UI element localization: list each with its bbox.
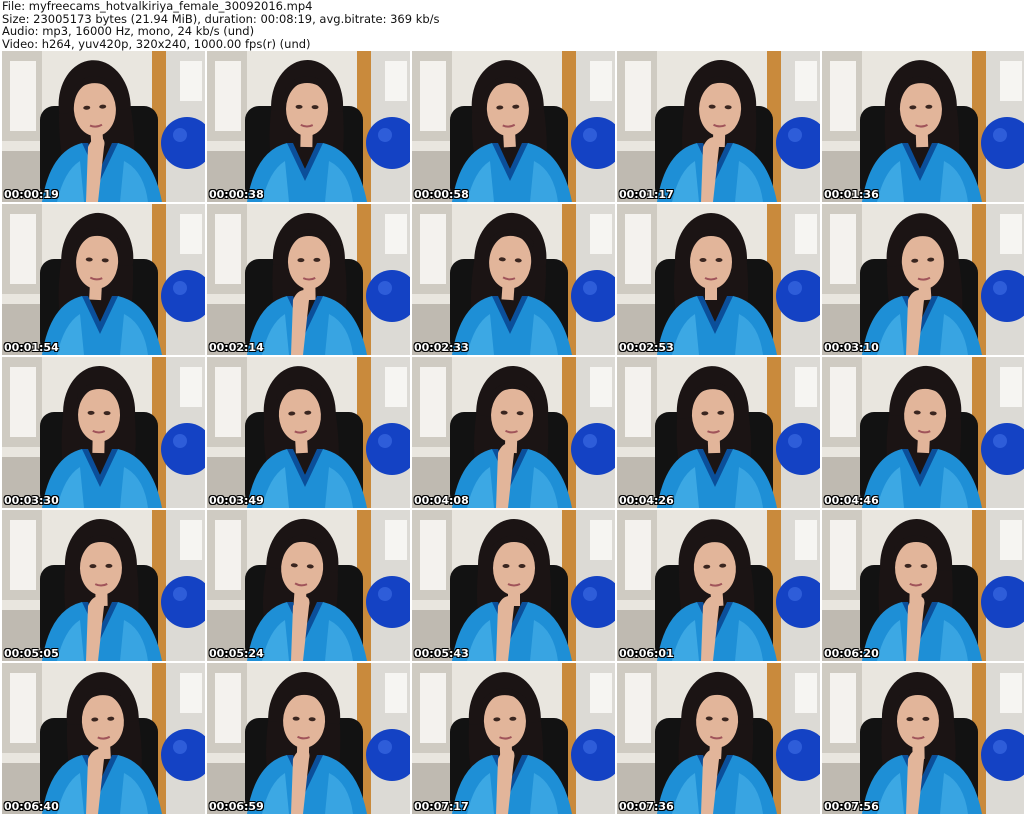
thumbnail-grid: 00:00:19 00:00:38 00:00:58 00:01:17 00:01:36…: [2, 51, 1024, 814]
video-frame-thumbnail: 00:00:58: [412, 51, 615, 202]
video-frame-thumbnail: 00:04:08: [412, 357, 615, 508]
frame-image: [822, 510, 1024, 661]
video-frame-thumbnail: 00:01:54: [2, 204, 205, 355]
video-frame-thumbnail: 00:07:36: [617, 663, 820, 814]
video-frame-thumbnail: 00:02:53: [617, 204, 820, 355]
frame-image: [822, 357, 1024, 508]
video-frame-thumbnail: 00:02:14: [207, 204, 410, 355]
video-frame-thumbnail: 00:03:30: [2, 357, 205, 508]
video-frame-thumbnail: 00:04:26: [617, 357, 820, 508]
frame-timestamp: 00:05:43: [414, 647, 469, 660]
video-frame-thumbnail: 00:06:40: [2, 663, 205, 814]
frame-image: [617, 204, 820, 355]
video-frame-thumbnail: 00:02:33: [412, 204, 615, 355]
frame-timestamp: 00:02:33: [414, 341, 469, 354]
frame-timestamp: 00:00:38: [209, 188, 264, 201]
frame-timestamp: 00:02:53: [619, 341, 674, 354]
frame-image: [2, 663, 205, 814]
file-name-line: File: myfreecams_hotvalkiriya_female_300…: [2, 0, 313, 13]
frame-image: [617, 51, 820, 202]
frame-timestamp: 00:07:17: [414, 800, 469, 813]
frame-timestamp: 00:05:05: [4, 647, 59, 660]
frame-timestamp: 00:02:14: [209, 341, 264, 354]
video-frame-thumbnail: 00:03:49: [207, 357, 410, 508]
video-frame-thumbnail: 00:07:56: [822, 663, 1024, 814]
frame-timestamp: 00:00:19: [4, 188, 59, 201]
video-frame-thumbnail: 00:00:38: [207, 51, 410, 202]
frame-timestamp: 00:01:54: [4, 341, 59, 354]
frame-image: [207, 204, 410, 355]
frame-image: [617, 510, 820, 661]
frame-image: [207, 357, 410, 508]
frame-image: [207, 51, 410, 202]
frame-timestamp: 00:04:46: [824, 494, 879, 507]
video-frame-thumbnail: 00:06:20: [822, 510, 1024, 661]
frame-timestamp: 00:04:26: [619, 494, 674, 507]
frame-image: [412, 663, 615, 814]
frame-timestamp: 00:07:36: [619, 800, 674, 813]
frame-image: [822, 663, 1024, 814]
video-frame-thumbnail: 00:06:01: [617, 510, 820, 661]
frame-image: [207, 663, 410, 814]
video-frame-thumbnail: 00:05:05: [2, 510, 205, 661]
frame-timestamp: 00:06:59: [209, 800, 264, 813]
frame-image: [207, 510, 410, 661]
video-frame-thumbnail: 00:07:17: [412, 663, 615, 814]
frame-image: [2, 51, 205, 202]
frame-timestamp: 00:03:30: [4, 494, 59, 507]
frame-timestamp: 00:01:17: [619, 188, 674, 201]
video-frame-thumbnail: 00:05:43: [412, 510, 615, 661]
frame-timestamp: 00:06:20: [824, 647, 879, 660]
file-info-header: File: myfreecams_hotvalkiriya_female_300…: [2, 0, 440, 50]
frame-image: [412, 357, 615, 508]
video-frame-thumbnail: 00:04:46: [822, 357, 1024, 508]
video-frame-thumbnail: 00:01:36: [822, 51, 1024, 202]
frame-image: [617, 357, 820, 508]
frame-timestamp: 00:03:10: [824, 341, 879, 354]
frame-image: [822, 51, 1024, 202]
frame-image: [412, 204, 615, 355]
frame-timestamp: 00:06:40: [4, 800, 59, 813]
frame-timestamp: 00:01:36: [824, 188, 879, 201]
frame-timestamp: 00:04:08: [414, 494, 469, 507]
frame-timestamp: 00:05:24: [209, 647, 264, 660]
video-frame-thumbnail: 00:05:24: [207, 510, 410, 661]
frame-image: [822, 204, 1024, 355]
frame-image: [2, 357, 205, 508]
frame-image: [617, 663, 820, 814]
frame-timestamp: 00:06:01: [619, 647, 674, 660]
video-frame-thumbnail: 00:03:10: [822, 204, 1024, 355]
frame-image: [412, 510, 615, 661]
frame-image: [2, 510, 205, 661]
frame-timestamp: 00:03:49: [209, 494, 264, 507]
frame-timestamp: 00:07:56: [824, 800, 879, 813]
video-frame-thumbnail: 00:01:17: [617, 51, 820, 202]
frame-image: [412, 51, 615, 202]
video-frame-thumbnail: 00:06:59: [207, 663, 410, 814]
video-frame-thumbnail: 00:00:19: [2, 51, 205, 202]
video-info-line: Video: h264, yuv420p, 320x240, 1000.00 f…: [2, 36, 311, 51]
audio-info-line: Audio: mp3, 16000 Hz, mono, 24 kb/s (und…: [2, 24, 255, 39]
frame-image: [2, 204, 205, 355]
frame-timestamp: 00:00:58: [414, 188, 469, 201]
